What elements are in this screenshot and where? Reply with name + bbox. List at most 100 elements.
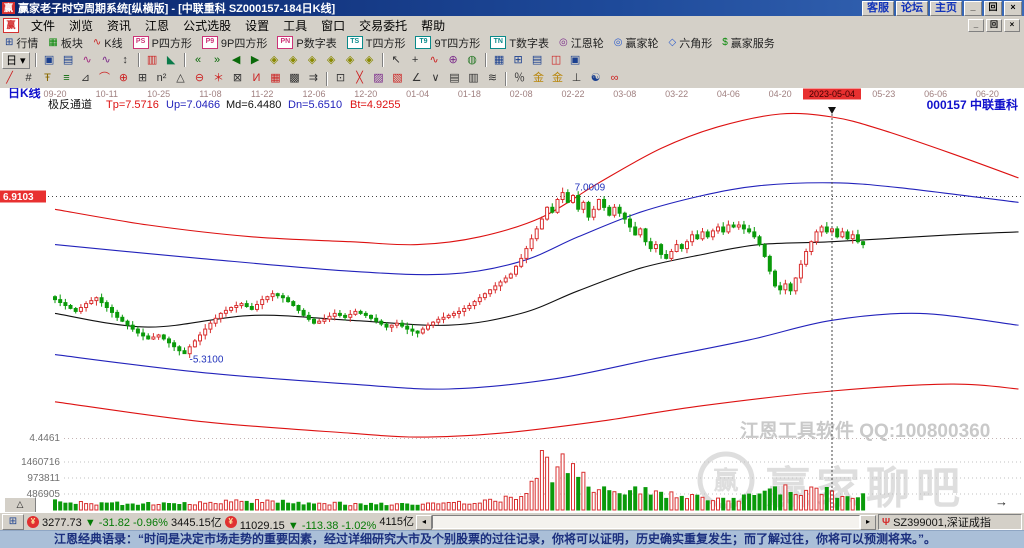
v-line-icon[interactable]: ∨ — [427, 71, 444, 86]
ray-fan-icon[interactable]: ╳ — [351, 71, 368, 86]
gann-wheel-button[interactable]: ◎江恩轮 — [554, 35, 609, 50]
menu-item-浏览[interactable]: 浏览 — [62, 19, 100, 33]
infinity-icon[interactable]: ∞ — [606, 71, 623, 86]
wave-small-icon[interactable]: ∿ — [79, 53, 96, 68]
horizontal-lines-icon[interactable]: ≡ — [58, 71, 75, 86]
perpendicular-icon[interactable]: ⊥ — [568, 71, 585, 86]
triangle-tool-icon[interactable]: △ — [172, 71, 189, 86]
angle-line-icon[interactable]: ∠ — [408, 71, 425, 86]
info-list-icon[interactable]: ▤ — [60, 53, 77, 68]
cycle-circles-icon[interactable]: ◍ — [464, 53, 481, 68]
kline-style-icon[interactable]: ▥ — [144, 53, 161, 68]
arc-tool-icon[interactable]: ⌒ — [96, 71, 113, 86]
scale-adjust-icon[interactable]: ↕ — [117, 53, 134, 68]
n-square-icon[interactable]: n² — [153, 71, 170, 86]
trend-flag-icon[interactable]: ◣ — [163, 53, 180, 68]
shenzhen-index-quote[interactable]: 11029.15 ▼ -113.38 -1.02% 4115亿 — [240, 513, 414, 532]
grid-hatch-icon[interactable]: # — [20, 71, 37, 86]
market-quotes-button[interactable]: ⊞行情 — [0, 35, 43, 50]
shaded-box-icon[interactable]: ⊠ — [229, 71, 246, 86]
p-square-button[interactable]: PSP四方形 — [128, 35, 197, 50]
chart-area[interactable]: 江恩工具软件 QQ:100800360赢赢家聊吧09-2010-1110-251… — [0, 88, 1024, 512]
last-page-icon[interactable]: » — [209, 53, 226, 68]
wave-lines-icon[interactable]: ≋ — [484, 71, 501, 86]
crosshair-tool-icon[interactable]: + — [407, 53, 424, 68]
menu-item-公式选股[interactable]: 公式选股 — [176, 19, 238, 33]
ellipse-tool-icon[interactable]: ⊖ — [191, 71, 208, 86]
shift-right-icon[interactable]: ◈ — [285, 53, 302, 68]
shaded-gann-icon[interactable]: ▧ — [389, 71, 406, 86]
winner-wheel-button[interactable]: ◎赢家轮 — [609, 35, 664, 50]
menu-item-江恩[interactable]: 江恩 — [138, 19, 176, 33]
menu-item-资讯[interactable]: 资讯 — [100, 19, 138, 33]
golden-box-icon[interactable]: 金 — [549, 71, 566, 86]
t-table-button[interactable]: TNT数字表 — [485, 35, 554, 50]
compress-icon[interactable]: ◈ — [323, 53, 340, 68]
angle-wedge-icon[interactable]: ⊿ — [77, 71, 94, 86]
gann-wheel-small-icon[interactable]: ⊕ — [445, 53, 462, 68]
close-button[interactable]: × — [1004, 1, 1022, 16]
hexagon-button[interactable]: ◇六角形 — [664, 35, 718, 50]
pointer-tool-icon[interactable]: ↖ — [388, 53, 405, 68]
menu-item-设置[interactable]: 设置 — [238, 19, 276, 33]
save-icon[interactable]: ◫ — [548, 53, 565, 68]
forum-button[interactable]: 论坛 — [896, 1, 928, 16]
child-close-button[interactable]: × — [1004, 19, 1020, 32]
quote-grid-icon[interactable]: ⊞ — [2, 514, 24, 530]
9p-square-button[interactable]: P99P四方形 — [197, 35, 272, 50]
gann-grid-icon[interactable]: ⊞ — [134, 71, 151, 86]
price-grid-icon[interactable]: ▦ — [267, 71, 284, 86]
menu-item-文件[interactable]: 文件 — [24, 19, 62, 33]
restore-button[interactable]: 回 — [984, 1, 1002, 16]
vertical-band-icon[interactable]: ▥ — [465, 71, 482, 86]
gann-box-icon[interactable]: ▨ — [370, 71, 387, 86]
multi-window-icon[interactable]: ▣ — [41, 53, 58, 68]
period-selector[interactable]: 日 ▾ — [2, 52, 30, 69]
kline-chart[interactable]: 江恩工具软件 QQ:100800360赢赢家聊吧09-2010-1110-251… — [0, 88, 1024, 512]
9t-square-button[interactable]: T99T四方形 — [410, 35, 485, 50]
percent-tool-icon[interactable]: ％ — [511, 71, 528, 86]
customer-service-button[interactable]: 客服 — [862, 1, 894, 16]
t-square-tool-icon[interactable]: Ŧ — [39, 71, 56, 86]
menu-item-交易委托[interactable]: 交易委托 — [352, 19, 414, 33]
kline-button[interactable]: ∿K线 — [88, 35, 128, 50]
t-square-button[interactable]: TST四方形 — [342, 35, 411, 50]
yinyang-icon[interactable]: ☯ — [587, 71, 604, 86]
sector-button[interactable]: ▦板块 — [43, 35, 87, 50]
shanghai-index-quote[interactable]: 3277.73 ▼ -31.82 -0.96% 3445.15亿 — [42, 514, 222, 530]
wave-count-icon[interactable]: И — [248, 71, 265, 86]
child-minimize-button[interactable]: _ — [968, 19, 984, 32]
pane-collapse-button[interactable]: △ — [4, 497, 36, 513]
child-restore-button[interactable]: 回 — [986, 19, 1002, 32]
current-symbol-panel[interactable]: Ψ SZ399001,深证成指 — [878, 514, 1022, 530]
prev-bar-icon[interactable]: ◀ — [228, 53, 245, 68]
expand-icon[interactable]: ◈ — [304, 53, 321, 68]
trendline-tool-icon[interactable]: ∿ — [426, 53, 443, 68]
next-bar-icon[interactable]: ▶ — [247, 53, 264, 68]
p-table-button[interactable]: PNP数字表 — [272, 35, 341, 50]
zoom-out-icon[interactable]: ◈ — [361, 53, 378, 68]
menu-item-帮助[interactable]: 帮助 — [414, 19, 452, 33]
scroll-right-icon[interactable]: ▸ — [860, 515, 876, 530]
golden-section-icon[interactable]: 金 — [530, 71, 547, 86]
data-export-icon[interactable]: ▣ — [567, 53, 584, 68]
shift-left-icon[interactable]: ◈ — [266, 53, 283, 68]
zoom-in-icon[interactable]: ◈ — [342, 53, 359, 68]
box-select-icon[interactable]: ⊡ — [332, 71, 349, 86]
minimize-button[interactable]: _ — [964, 1, 982, 16]
calendar-icon[interactable]: ▦ — [491, 53, 508, 68]
menu-item-工具[interactable]: 工具 — [276, 19, 314, 33]
arrow-extend-icon[interactable]: ⇉ — [305, 71, 322, 86]
horizontal-scrollbar[interactable]: ◂ ▸ — [416, 515, 876, 529]
line-tool-icon[interactable]: ╱ — [1, 71, 18, 86]
homepage-button[interactable]: 主页 — [930, 1, 962, 16]
circle-cross-icon[interactable]: ⊕ — [115, 71, 132, 86]
calculator-icon[interactable]: ⊞ — [510, 53, 527, 68]
scrollbar-track[interactable] — [432, 515, 860, 529]
menu-item-窗口[interactable]: 窗口 — [314, 19, 352, 33]
first-page-icon[interactable]: « — [190, 53, 207, 68]
scroll-left-icon[interactable]: ◂ — [416, 515, 432, 530]
wave-large-icon[interactable]: ∿ — [98, 53, 115, 68]
horizontal-band-icon[interactable]: ▤ — [446, 71, 463, 86]
winner-service-button[interactable]: $赢家服务 — [717, 35, 780, 50]
